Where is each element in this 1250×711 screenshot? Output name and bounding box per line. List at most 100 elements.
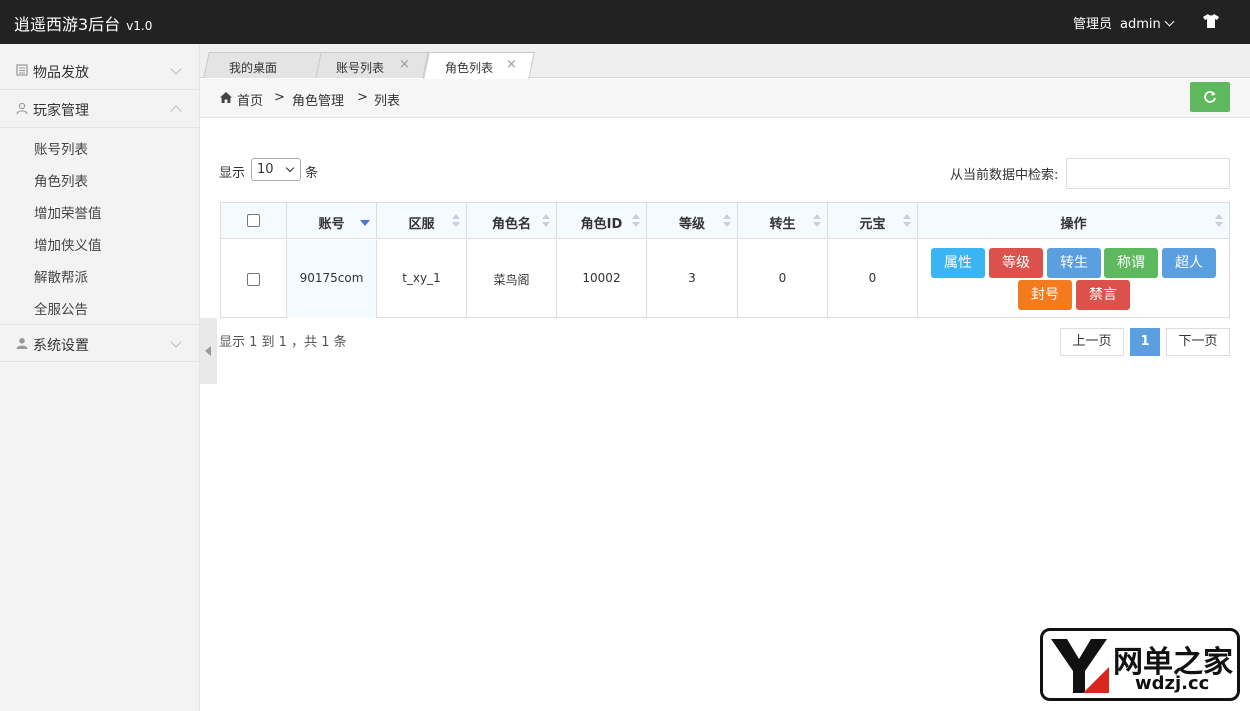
cell-text: 10002: [582, 271, 621, 285]
ban-account-button[interactable]: 封号: [1018, 280, 1072, 310]
breadcrumb-list: 列表: [374, 94, 401, 109]
cell-text: 90175com: [299, 271, 364, 285]
next-page-button[interactable]: 下一页: [1166, 328, 1230, 356]
top-header: 逍遥西游3后台 v1.0 管理员 admin: [0, 0, 1250, 44]
chevron-down-icon: [170, 63, 182, 75]
sidebar-group-items[interactable]: 物品发放: [0, 52, 200, 90]
table-cell-server: t_xy_1: [377, 240, 467, 318]
column-header-account[interactable]: 账号: [287, 203, 377, 239]
cell-text: 菜鸟阁: [493, 273, 530, 287]
sidebar-group-label: 物品发放: [33, 65, 89, 81]
logo-mark-icon: [1051, 639, 1109, 693]
column-header-role-name[interactable]: 角色名: [467, 203, 557, 239]
search-input[interactable]: [1066, 158, 1230, 189]
search-label: 从当前数据中检索:: [950, 168, 1059, 183]
table-row-select: [221, 240, 287, 318]
refresh-button[interactable]: [1190, 82, 1230, 112]
cell-text: t_xy_1: [402, 271, 441, 285]
column-header-text: 操作: [1060, 217, 1087, 232]
user-role: 管理员: [1073, 17, 1113, 32]
column-header-level[interactable]: 等级: [647, 203, 738, 239]
row-checkbox[interactable]: [247, 273, 260, 286]
cell-text: 0: [778, 271, 787, 285]
role-table: 账号 区服 角色名 角色ID 等级 转生 元宝 操作 90175com t_xy…: [220, 202, 1230, 318]
sidebar-item-disband-guild[interactable]: 解散帮派: [34, 266, 88, 286]
table-cell-role-name: 菜鸟阁: [467, 240, 557, 318]
user-name: admin: [1120, 17, 1161, 32]
breadcrumb-role-management[interactable]: 角色管理: [292, 90, 344, 109]
sort-icon: [452, 214, 460, 229]
table-info: 显示 1 到 1 ，共 1 条: [219, 335, 347, 350]
sidebar-collapse-toggle[interactable]: [200, 318, 217, 384]
sidebar: 物品发放 玩家管理 账号列表 角色列表 增加荣誉值 增加侠义值 解散帮派 全服公…: [0, 44, 200, 711]
app-title-text: 逍遥西游3后台: [14, 15, 121, 34]
cell-text: 0: [868, 271, 877, 285]
sidebar-item-account-list[interactable]: 账号列表: [34, 138, 88, 158]
column-header-actions[interactable]: 操作: [918, 203, 1229, 239]
chevron-left-icon: [205, 346, 211, 356]
select-all-checkbox[interactable]: [247, 214, 260, 227]
header-select-all: [221, 203, 287, 239]
sort-icon: [813, 214, 821, 229]
page-1-button[interactable]: 1: [1130, 328, 1160, 356]
tab-label: 账号列表: [336, 61, 385, 75]
column-header-role-id[interactable]: 角色ID: [557, 203, 647, 239]
title-button[interactable]: 称谓: [1104, 248, 1158, 278]
table-cell-level: 3: [647, 240, 738, 318]
breadcrumb-home[interactable]: 首页: [237, 90, 263, 109]
sidebar-group-players[interactable]: 玩家管理: [0, 90, 200, 128]
chevron-up-icon: [170, 105, 182, 117]
user-outline-icon: [16, 102, 28, 114]
sort-icon: [723, 214, 731, 229]
sort-icon: [1215, 214, 1223, 229]
user-menu[interactable]: 管理员 admin: [1073, 13, 1175, 32]
app-title[interactable]: 逍遥西游3后台 v1.0: [14, 11, 152, 35]
level-button[interactable]: 等级: [989, 248, 1043, 278]
sort-icon: [542, 214, 550, 229]
sort-icon: [903, 214, 911, 229]
page-length-prefix: 显示: [219, 166, 246, 181]
breadcrumb: 首页 > 角色管理 > 列表: [200, 79, 1250, 118]
column-header-ingot[interactable]: 元宝: [828, 203, 918, 239]
chevron-down-icon: [170, 336, 182, 348]
sidebar-item-add-honor[interactable]: 增加荣誉值: [34, 202, 102, 222]
logo-url: wdzj.cc: [1135, 673, 1210, 694]
page-length-value: 10: [257, 162, 274, 177]
breadcrumb-separator: >: [357, 90, 368, 105]
book-icon: [16, 64, 28, 76]
sidebar-item-role-list[interactable]: 角色列表: [34, 170, 88, 190]
superman-button[interactable]: 超人: [1162, 248, 1216, 278]
sort-desc-icon: [360, 220, 370, 226]
mute-button[interactable]: 禁言: [1076, 280, 1130, 310]
tab-label: 角色列表: [445, 61, 494, 75]
cell-text: 3: [688, 271, 696, 285]
watermark-logo: 网单之家 wdzj.cc: [1040, 628, 1240, 701]
rebirth-button[interactable]: 转生: [1047, 248, 1101, 278]
tab-label: 我的桌面: [229, 61, 278, 75]
prev-page-button[interactable]: 上一页: [1060, 328, 1124, 356]
chevron-down-icon: [1164, 16, 1175, 27]
column-header-server[interactable]: 区服: [377, 203, 467, 239]
home-icon: [220, 92, 232, 103]
sidebar-group-label: 玩家管理: [33, 103, 89, 119]
table-cell-actions: 属性 等级 转生 称谓 超人 封号 禁言: [918, 240, 1229, 318]
close-icon[interactable]: ×: [506, 57, 517, 72]
sidebar-group-label: 系统设置: [33, 338, 89, 354]
theme-shirt-icon[interactable]: [1203, 14, 1219, 28]
page-length-suffix: 条: [305, 166, 319, 181]
sidebar-item-add-chivalry[interactable]: 增加侠义值: [34, 234, 102, 254]
sidebar-group-settings[interactable]: 系统设置: [0, 324, 200, 362]
column-header-rebirth[interactable]: 转生: [738, 203, 828, 239]
attributes-button[interactable]: 属性: [931, 248, 985, 278]
sidebar-item-server-notice[interactable]: 全服公告: [34, 298, 88, 318]
table-cell-rebirth: 0: [738, 240, 828, 318]
sort-icon: [632, 214, 640, 229]
user-icon: [16, 338, 28, 349]
table-cell-account: 90175com: [287, 240, 377, 318]
breadcrumb-separator: >: [274, 90, 285, 105]
page-length-select[interactable]: 10: [251, 158, 301, 181]
chevron-down-icon: [285, 163, 295, 173]
table-cell-role-id: 10002: [557, 240, 647, 318]
tab-bar: 我的桌面 账号列表 × 角色列表 ×: [200, 44, 1250, 79]
close-icon[interactable]: ×: [399, 57, 410, 72]
